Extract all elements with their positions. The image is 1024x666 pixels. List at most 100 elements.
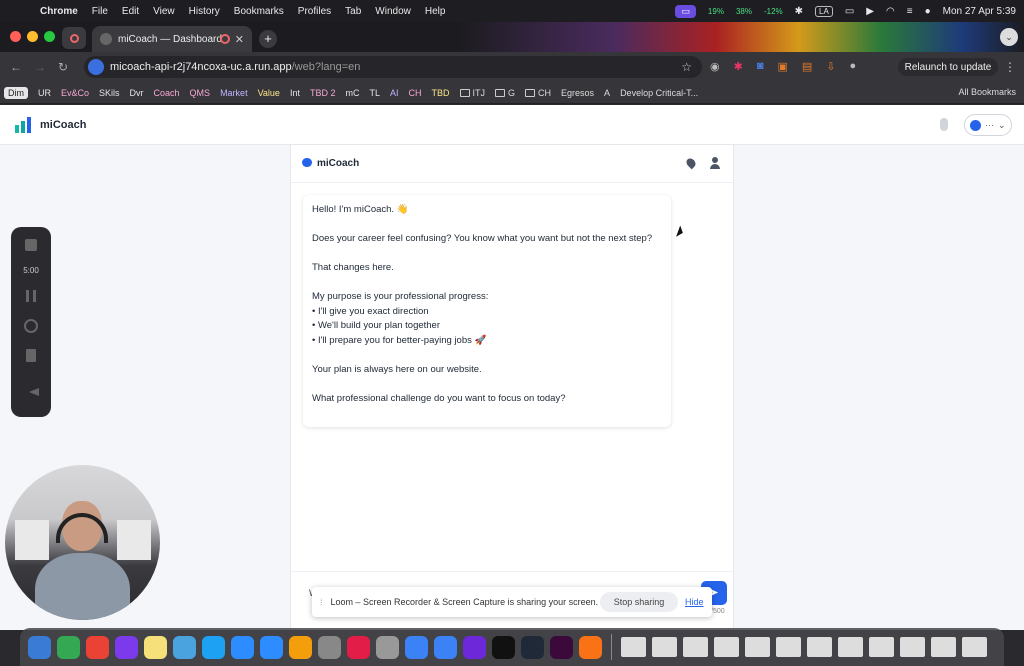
tab-micoach-dashboard[interactable]: miCoach — Dashboard ✕: [92, 26, 252, 52]
dock-app-icon[interactable]: [28, 635, 51, 659]
dock-app-icon[interactable]: [579, 635, 602, 659]
dock-window-thumbnail[interactable]: [931, 637, 956, 657]
menu-app-chrome[interactable]: Chrome: [40, 6, 78, 17]
dock-app-icon[interactable]: [376, 635, 399, 659]
play-icon[interactable]: ▶: [866, 6, 874, 17]
dock-app-icon[interactable]: [347, 635, 370, 659]
dock-window-thumbnail[interactable]: [652, 637, 677, 657]
bookmark-item[interactable]: UR: [38, 88, 51, 98]
menu-profiles[interactable]: Profiles: [298, 6, 331, 17]
new-tab-button[interactable]: +: [259, 30, 277, 48]
bookmark-item[interactable]: ITJ: [459, 88, 485, 98]
stop-recording-icon[interactable]: [25, 239, 37, 251]
site-info-icon[interactable]: [88, 59, 104, 75]
bookmark-item[interactable]: CH: [525, 88, 551, 98]
dock-app-icon[interactable]: [57, 635, 80, 659]
dock-app-icon[interactable]: [492, 635, 515, 659]
dock-app-icon[interactable]: [318, 635, 341, 659]
dock-app-icon[interactable]: [115, 635, 138, 659]
user-menu-button[interactable]: ··· ⌄: [964, 114, 1012, 136]
menu-edit[interactable]: Edit: [122, 6, 139, 17]
download-icon[interactable]: ⇩: [826, 60, 835, 73]
dock-window-thumbnail[interactable]: [621, 637, 646, 657]
screen-share-icon[interactable]: ▭: [675, 4, 696, 18]
siri-icon[interactable]: ●: [925, 6, 931, 17]
dock-app-icon[interactable]: [521, 635, 544, 659]
camera-extension-icon[interactable]: ◉: [710, 60, 720, 73]
reading-extension-icon[interactable]: ▤: [802, 60, 812, 73]
bookmark-item[interactable]: AI: [390, 88, 399, 98]
clock[interactable]: Mon 27 Apr 5:39: [943, 6, 1016, 17]
puzzle-extension-icon[interactable]: ✱: [734, 60, 743, 73]
bookmark-item[interactable]: Coach: [154, 88, 180, 98]
close-window-icon[interactable]: [10, 31, 21, 42]
zoom-window-icon[interactable]: [44, 31, 55, 42]
microphone-icon[interactable]: [940, 118, 948, 131]
bookmark-item[interactable]: TBD: [432, 88, 450, 98]
address-bar[interactable]: micoach-api-r2j74ncoxa-uc.a.run.app/web?…: [84, 56, 702, 78]
profile-avatar-icon[interactable]: ●: [850, 60, 857, 73]
dock-app-icon[interactable]: [463, 635, 486, 659]
dock-window-thumbnail[interactable]: [869, 637, 894, 657]
wifi-icon[interactable]: ◠: [886, 6, 895, 17]
notification-extension-icon[interactable]: ◙: [757, 60, 764, 73]
recording-tab-icon[interactable]: [62, 27, 86, 49]
bookmark-item[interactable]: Int: [290, 88, 300, 98]
dock-app-icon[interactable]: [202, 635, 225, 659]
back-arrow-icon[interactable]: ←: [10, 60, 22, 74]
dock-window-thumbnail[interactable]: [776, 637, 801, 657]
menu-help[interactable]: Help: [425, 6, 446, 17]
pause-icon[interactable]: [26, 290, 36, 302]
menu-bookmarks[interactable]: Bookmarks: [234, 6, 284, 17]
menu-file[interactable]: File: [92, 6, 108, 17]
menu-history[interactable]: History: [189, 6, 220, 17]
profile-icon[interactable]: [710, 157, 720, 169]
relaunch-to-update-button[interactable]: Relaunch to update: [898, 58, 998, 76]
dock-window-thumbnail[interactable]: [745, 637, 770, 657]
close-tab-icon[interactable]: ✕: [235, 33, 244, 46]
dock-app-icon[interactable]: [550, 635, 573, 659]
input-language[interactable]: LA: [815, 5, 833, 17]
bookmark-item[interactable]: Dvr: [130, 88, 144, 98]
dock-app-icon[interactable]: [434, 635, 457, 659]
stop-sharing-button[interactable]: Stop sharing: [600, 592, 678, 612]
drag-handle-icon[interactable]: ⁞: [320, 597, 323, 607]
bookmark-item[interactable]: Dim: [4, 86, 28, 99]
dock-window-thumbnail[interactable]: [807, 637, 832, 657]
bookmark-item[interactable]: Ev&Co: [61, 88, 89, 98]
location-pin-icon[interactable]: [684, 156, 698, 170]
all-bookmarks-button[interactable]: All Bookmarks: [958, 87, 1016, 97]
bookmark-item[interactable]: Egresos: [561, 88, 594, 98]
bluetooth-icon[interactable]: ✱: [795, 6, 803, 17]
tab-search-button[interactable]: ⌄: [1000, 28, 1018, 46]
reload-icon[interactable]: ↻: [58, 60, 68, 74]
bookmark-item[interactable]: mC: [345, 88, 359, 98]
bookmark-star-icon[interactable]: ☆: [681, 60, 692, 74]
restart-icon[interactable]: [24, 319, 38, 333]
dock-app-icon[interactable]: [260, 635, 283, 659]
hide-button[interactable]: Hide: [685, 597, 704, 607]
bookmark-item[interactable]: A: [604, 88, 610, 98]
dock-window-thumbnail[interactable]: [683, 637, 708, 657]
dock-app-icon[interactable]: [86, 635, 109, 659]
webcam-bubble[interactable]: [5, 465, 160, 620]
menu-view[interactable]: View: [153, 6, 175, 17]
trash-icon[interactable]: [26, 349, 36, 362]
orange-extension-icon[interactable]: ▣: [777, 60, 787, 73]
control-center-icon[interactable]: ≡: [907, 6, 913, 17]
dock-app-icon[interactable]: [405, 635, 428, 659]
bookmark-item[interactable]: Develop Critical-T...: [620, 88, 698, 98]
bookmark-item[interactable]: TL: [369, 88, 380, 98]
bookmark-item[interactable]: TBD 2: [310, 88, 336, 98]
dock-app-icon[interactable]: [289, 635, 312, 659]
menu-tab[interactable]: Tab: [345, 6, 361, 17]
dock-app-icon[interactable]: [144, 635, 167, 659]
dock-window-thumbnail[interactable]: [900, 637, 925, 657]
dock-app-icon[interactable]: [173, 635, 196, 659]
chrome-menu-icon[interactable]: ⋮: [1004, 60, 1016, 74]
dock-window-thumbnail[interactable]: [714, 637, 739, 657]
dock-app-icon[interactable]: [231, 635, 254, 659]
dock-window-thumbnail[interactable]: [838, 637, 863, 657]
bookmark-item[interactable]: CH: [409, 88, 422, 98]
dock-window-thumbnail[interactable]: [962, 637, 987, 657]
